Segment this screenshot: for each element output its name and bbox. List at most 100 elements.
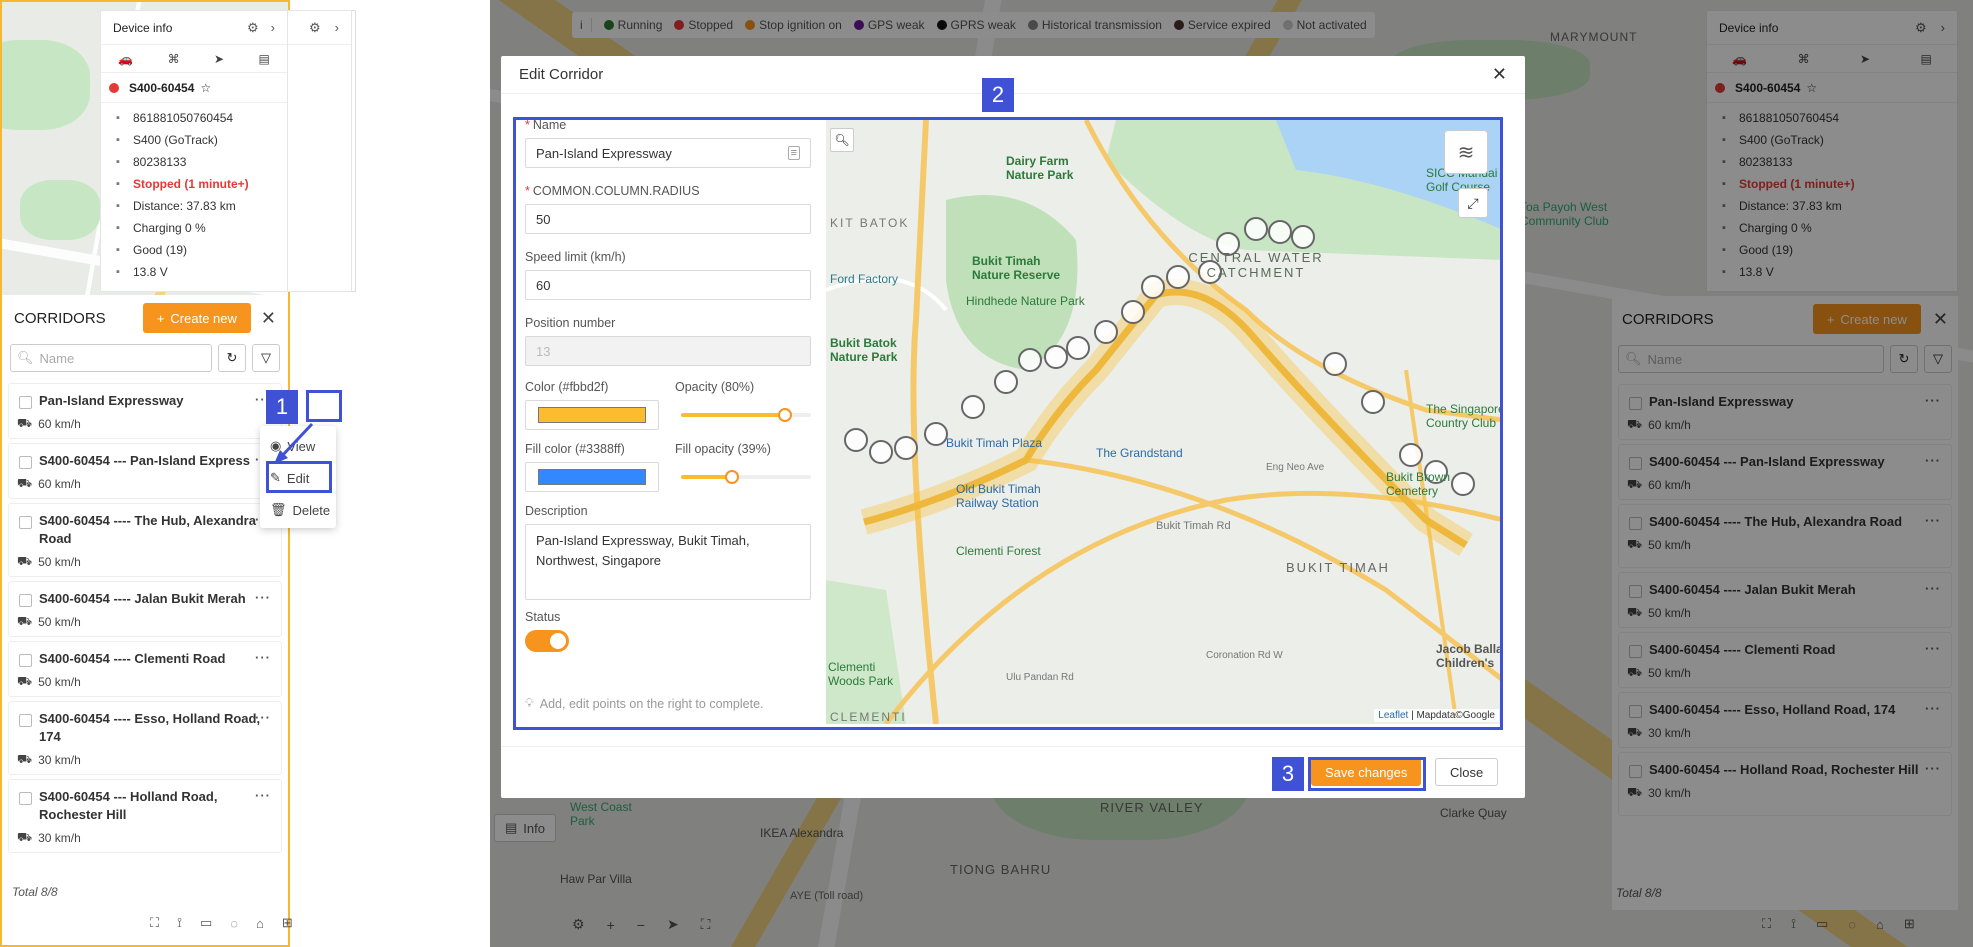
device-info-value: 80238133	[133, 155, 187, 169]
car-icon: ⛟	[17, 614, 33, 628]
navigate-icon[interactable]: ➤	[214, 52, 224, 66]
more-options-icon[interactable]: ···	[255, 710, 271, 725]
callout-box-2	[513, 117, 1503, 730]
modal-title: Edit Corridor	[519, 66, 604, 83]
gear-icon[interactable]: ⚙	[247, 20, 259, 36]
corridor-name: S400-60454 --- Pan-Island Express	[39, 453, 250, 468]
corridor-checkbox[interactable]	[19, 396, 32, 409]
car-icon: ⛟	[17, 752, 33, 766]
corridor-list-item[interactable]: S400-60454 --- Holland Road, Rochester H…	[8, 779, 282, 853]
corridor-speed: 50 km/h	[38, 675, 81, 689]
car-icon: ⛟	[17, 554, 33, 568]
device-info-row: ▪ Distance: 37.83 km	[111, 195, 277, 217]
corridor-speed: 60 km/h	[38, 477, 81, 491]
device-info-value: Good (19)	[133, 243, 188, 257]
device-info-row: ▪ Good (19)	[111, 239, 277, 261]
corridors-title: CORRIDORS	[14, 309, 106, 327]
battery-icon: ▪	[116, 222, 120, 234]
corridor-checkbox[interactable]	[19, 654, 32, 667]
corridor-list-item[interactable]: S400-60454 ---- Clementi Road ⛟ 50 km/h ···	[8, 641, 282, 697]
corridor-list-item[interactable]: S400-60454 ---- Jalan Bukit Merah ⛟ 50 km/…	[8, 581, 282, 637]
callout-number-3: 3	[1272, 757, 1304, 791]
close-icon[interactable]: ✕	[1492, 64, 1507, 85]
device-info-row: ▪ 861881050760454	[111, 107, 277, 129]
device-info-row: ▪ S400 (GoTrack)	[111, 129, 277, 151]
chevron-right-icon[interactable]: ›	[335, 20, 339, 36]
device-info-value: S400 (GoTrack)	[133, 133, 218, 147]
callout-arrow	[274, 422, 314, 464]
route-icon: ▪	[116, 200, 120, 212]
device-info-value: Charging 0 %	[133, 221, 206, 235]
corridor-name: S400-60454 ---- Clementi Road	[39, 651, 226, 666]
device-info-value: Distance: 37.83 km	[133, 199, 236, 213]
car-icon: ⛟	[17, 416, 33, 430]
sim-icon: ▪	[116, 156, 120, 168]
callout-number-1: 1	[266, 390, 298, 424]
plus-icon: +	[156, 310, 165, 326]
tag-icon: ▪	[116, 134, 120, 146]
device-info-title: Device info	[113, 20, 173, 35]
search-icon: 🔍︎	[17, 350, 34, 365]
corridor-checkbox[interactable]	[19, 792, 32, 805]
corridor-checkbox[interactable]	[19, 714, 32, 727]
corridors-panel: CORRIDORS + Create new ✕ 🔍︎ Name ↻ ▽ Pan-…	[2, 295, 293, 945]
status-dot	[109, 82, 119, 93]
device-info-row: ▪ Stopped (1 minute+)	[111, 173, 277, 195]
close-icon[interactable]: ✕	[261, 308, 276, 329]
chat-icon[interactable]: ◌	[230, 916, 238, 931]
star-icon[interactable]: ☆	[200, 81, 211, 95]
corridor-checkbox[interactable]	[19, 516, 32, 529]
search-input[interactable]: 🔍︎ Name	[10, 344, 212, 372]
device-info-row: ▪ 80238133	[111, 151, 277, 173]
corridor-speed: 30 km/h	[38, 831, 81, 845]
voltage-icon: ▪	[116, 266, 120, 278]
corridor-name: S400-60454 ---- Esso, Holland Road, 174	[39, 711, 261, 744]
signal-icon: ▪	[116, 244, 120, 256]
car-icon: ⛟	[17, 674, 33, 688]
corridor-checkbox[interactable]	[19, 456, 32, 469]
menu-delete[interactable]: 🗑︎ Delete	[260, 494, 336, 526]
speedometer-icon: ▪	[116, 178, 120, 190]
corridor-list-item[interactable]: S400-60454 ---- The Hub, Alexandra Road ⛟…	[8, 503, 282, 577]
corridor-list-item[interactable]: S400-60454 ---- Esso, Holland Road, 174 ⛟…	[8, 701, 282, 775]
create-new-button[interactable]: + Create new	[142, 303, 251, 333]
more-options-icon[interactable]: ···	[255, 788, 271, 803]
device-info-row: ▪ 13.8 V	[111, 261, 277, 283]
more-options-icon[interactable]: ···	[255, 650, 271, 665]
add-box-icon[interactable]: ⊞	[282, 915, 293, 931]
car-icon[interactable]: 🚗	[118, 52, 133, 66]
callout-number-2: 2	[982, 78, 1014, 112]
trash-icon: 🗑︎	[270, 502, 287, 517]
barcode-icon: ▪	[116, 112, 120, 124]
location-icon[interactable]: ⌂	[256, 916, 264, 931]
corridor-name: S400-60454 --- Holland Road, Rochester H…	[39, 789, 218, 822]
car-icon: ⛟	[17, 830, 33, 844]
refresh-icon[interactable]: ↻	[218, 344, 246, 372]
total-count: Total 8/8	[12, 885, 58, 899]
device-info-value: Stopped (1 minute+)	[133, 177, 249, 191]
callout-box-3	[1308, 757, 1426, 791]
corridor-speed: 30 km/h	[38, 753, 81, 767]
select-icon[interactable]: ⛶	[150, 915, 159, 931]
command-icon[interactable]: ⌘	[168, 52, 180, 66]
rectangle-icon[interactable]: ▭	[200, 915, 212, 931]
close-button[interactable]: Close	[1435, 758, 1499, 786]
filter-icon[interactable]: ▽	[252, 344, 280, 372]
more-options-icon[interactable]: ···	[255, 590, 271, 605]
corridor-list-item[interactable]: S400-60454 --- Pan-Island Express ⛟ 60 km/…	[8, 443, 282, 499]
device-info-box: Device info ⚙ › 🚗 ⌘ ➤ ▤ S400-60454 ☆ ▪ 86…	[100, 10, 288, 292]
corridor-speed: 60 km/h	[38, 417, 81, 431]
corridor-name: S400-60454 ---- Jalan Bukit Merah	[39, 591, 246, 606]
car-icon: ⛟	[17, 476, 33, 490]
corridor-checkbox[interactable]	[19, 594, 32, 607]
corridor-list-item[interactable]: Pan-Island Expressway ⛟ 60 km/h ···	[8, 383, 282, 439]
corridor-speed: 50 km/h	[38, 555, 81, 569]
route-icon[interactable]: ⟟	[177, 915, 182, 931]
callout-box-1	[306, 390, 342, 422]
chevron-right-icon[interactable]: ›	[271, 20, 275, 36]
corridor-name: S400-60454 ---- The Hub, Alexandra Road	[39, 513, 256, 546]
document-icon[interactable]: ▤	[258, 52, 269, 66]
device-name: S400-60454	[129, 80, 195, 95]
corridor-name: Pan-Island Expressway	[39, 393, 184, 408]
gear-icon[interactable]: ⚙	[309, 20, 321, 36]
